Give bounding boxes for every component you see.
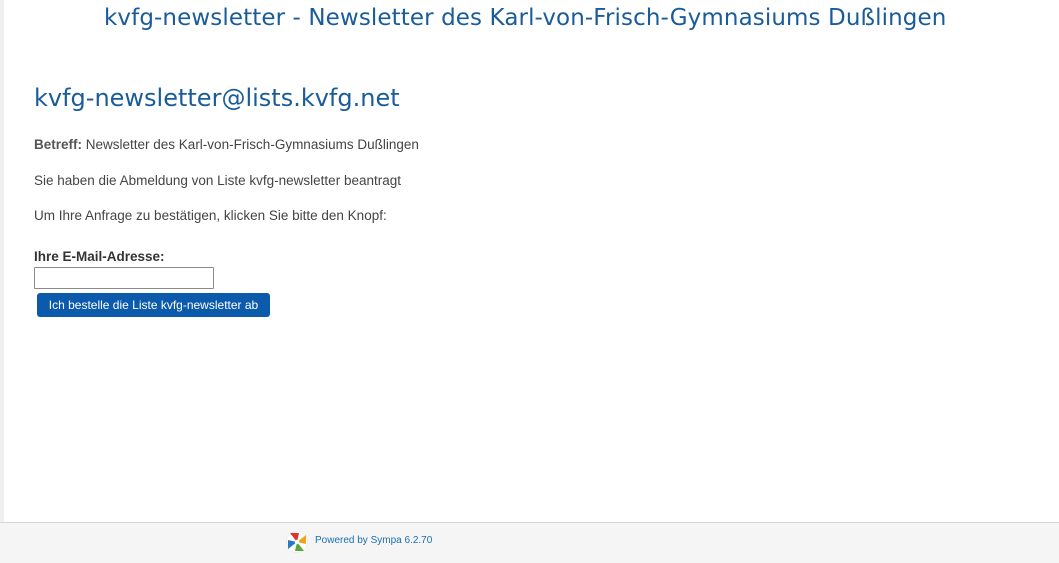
list-address-heading: kvfg-newsletter@lists.kvfg.net	[34, 84, 400, 112]
sympa-logo-icon	[286, 531, 308, 553]
page-title: kvfg-newsletter - Newsletter des Karl-vo…	[104, 5, 947, 31]
confirm-instruction-text: Um Ihre Anfrage zu bestätigen, klicken S…	[34, 208, 387, 223]
email-input[interactable]	[34, 267, 214, 289]
footer: Powered by Sympa 6.2.70	[0, 522, 1059, 563]
unsubscribe-info-text: Sie haben die Abmeldung von Liste kvfg-n…	[34, 173, 401, 188]
powered-by-link[interactable]: Powered by Sympa 6.2.70	[315, 535, 432, 546]
subject-label: Betreff:	[34, 137, 83, 152]
unsubscribe-button[interactable]: Ich bestelle die Liste kvfg-newsletter a…	[37, 293, 270, 317]
email-label: Ihre E-Mail-Adresse:	[34, 249, 165, 264]
subject-value: Newsletter des Karl-von-Frisch-Gymnasium…	[82, 137, 419, 152]
left-border	[0, 0, 4, 522]
subject-line: Betreff: Newsletter des Karl-von-Frisch-…	[34, 137, 419, 152]
